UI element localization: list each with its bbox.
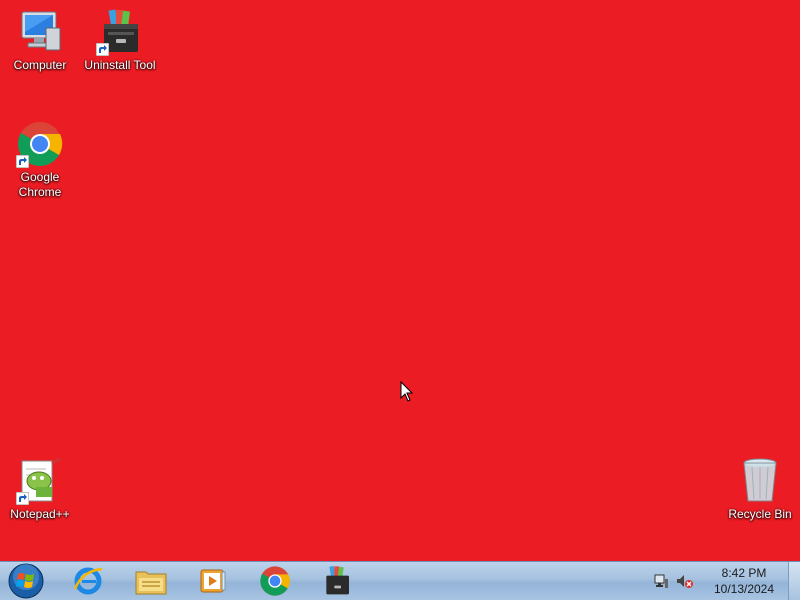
network-icon[interactable] (653, 573, 669, 589)
file-explorer-icon (135, 571, 167, 595)
desktop-icon-label: Computer (13, 58, 67, 72)
desktop-icon-label: Recycle Bin (728, 507, 792, 521)
uninstall-tool-icon (326, 565, 349, 595)
desktop-icon-notepad-plus-plus[interactable]: Notepad++ (1, 457, 79, 522)
desktop-icon-label: Uninstall Tool (84, 58, 156, 72)
taskbar: 8:42 PM 10/13/2024 (0, 561, 800, 600)
taskbar-uninstall-tool[interactable] (311, 564, 363, 598)
desktop-icon-uninstall-tool[interactable]: Uninstall Tool (81, 8, 159, 73)
taskbar-file-explorer[interactable] (125, 564, 177, 598)
desktop-icon-google-chrome[interactable]: Google Chrome (1, 120, 79, 200)
computer-icon (16, 8, 64, 56)
system-tray: 8:42 PM 10/13/2024 (648, 562, 788, 600)
recycle-bin-icon (736, 457, 784, 505)
uninstall-tool-icon (96, 8, 144, 56)
windows-start-orb-icon (8, 563, 44, 599)
taskbar-clock[interactable]: 8:42 PM 10/13/2024 (708, 565, 780, 597)
internet-explorer-icon (73, 567, 103, 595)
taskbar-chrome[interactable] (249, 564, 301, 598)
desktop[interactable]: Computer Uninstall Tool Google Chrome No… (0, 0, 800, 561)
taskbar-internet-explorer[interactable] (62, 564, 114, 598)
volume-muted-icon[interactable] (676, 573, 694, 589)
chrome-icon (16, 120, 64, 168)
desktop-icon-label: Google Chrome (18, 170, 62, 199)
media-player-icon (200, 569, 226, 593)
desktop-icon-label: Notepad++ (10, 507, 70, 521)
start-button[interactable] (4, 562, 48, 600)
taskbar-media-player[interactable] (187, 564, 239, 598)
desktop-icon-computer[interactable]: Computer (1, 8, 79, 73)
clock-date: 10/13/2024 (713, 582, 775, 596)
notepad-plus-plus-icon (16, 457, 64, 505)
shortcut-arrow-icon (16, 492, 29, 505)
desktop-icon-recycle-bin[interactable]: Recycle Bin (721, 457, 799, 522)
show-desktop-button[interactable] (788, 562, 800, 600)
clock-time: 8:42 PM (721, 566, 767, 580)
shortcut-arrow-icon (16, 155, 29, 168)
chrome-icon (260, 566, 290, 596)
mouse-cursor-icon (400, 381, 414, 402)
shortcut-arrow-icon (96, 43, 109, 56)
